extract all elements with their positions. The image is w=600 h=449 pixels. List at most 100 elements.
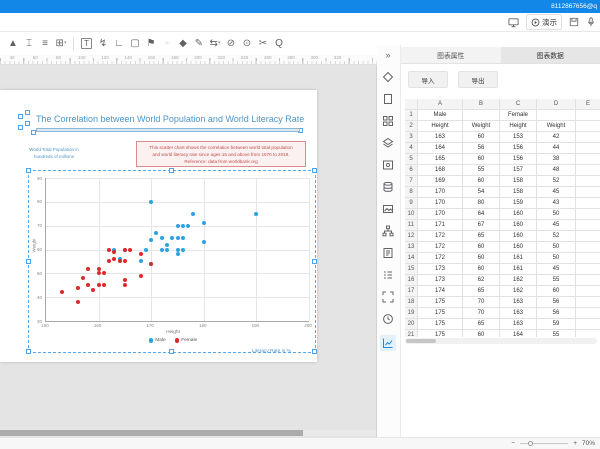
canvas[interactable]: The Correlation between World Population… xyxy=(0,65,377,437)
table-cell[interactable] xyxy=(576,154,600,165)
zoom-level[interactable]: 70% xyxy=(582,440,595,447)
present-button[interactable]: 演示 xyxy=(526,14,562,30)
selection-handle[interactable] xyxy=(18,125,23,130)
selection-handle[interactable] xyxy=(312,168,317,173)
table-cell[interactable]: 174 xyxy=(418,286,463,297)
database-icon[interactable] xyxy=(380,179,396,195)
selection-handle[interactable] xyxy=(312,259,317,264)
table-cell[interactable] xyxy=(576,231,600,242)
table-cell[interactable]: 163 xyxy=(418,132,463,143)
table-cell[interactable]: 52 xyxy=(537,231,576,242)
collapse-panel-icon[interactable]: » xyxy=(380,47,396,63)
table-cell[interactable]: 60 xyxy=(463,253,500,264)
table-cell[interactable]: 170 xyxy=(418,209,463,220)
table-cell[interactable]: 164 xyxy=(500,330,537,337)
tab-chart-data[interactable]: 图表数据 xyxy=(501,47,600,64)
table-cell[interactable] xyxy=(576,121,600,132)
table-cell[interactable] xyxy=(576,110,600,121)
table-cell[interactable]: Height xyxy=(418,121,463,132)
table-cell[interactable] xyxy=(576,264,600,275)
table-cell[interactable] xyxy=(576,242,600,253)
table-cell[interactable]: 172 xyxy=(418,231,463,242)
table-cell[interactable]: 52 xyxy=(537,176,576,187)
table-cell[interactable]: 60 xyxy=(463,154,500,165)
table-cell[interactable] xyxy=(576,308,600,319)
table-cell[interactable]: 43 xyxy=(537,198,576,209)
zoom-in-button[interactable]: + xyxy=(573,440,577,447)
table-cell[interactable]: 60 xyxy=(463,264,500,275)
table-cell[interactable]: 60 xyxy=(463,176,500,187)
table-cell[interactable]: 50 xyxy=(537,253,576,264)
table-cell[interactable]: 156 xyxy=(500,143,537,154)
shape-library-icon[interactable] xyxy=(380,113,396,129)
table-cell[interactable]: 163 xyxy=(500,297,537,308)
table-cell[interactable]: 173 xyxy=(418,264,463,275)
table-cell[interactable]: 55 xyxy=(537,275,576,286)
table-cell[interactable]: 42 xyxy=(537,132,576,143)
table-cell[interactable]: 157 xyxy=(500,165,537,176)
table-cell[interactable]: 50 xyxy=(537,209,576,220)
table-cell[interactable]: 169 xyxy=(418,176,463,187)
table-cell[interactable]: 62 xyxy=(463,275,500,286)
table-cell[interactable]: 165 xyxy=(418,154,463,165)
table-cell[interactable] xyxy=(576,220,600,231)
layers-icon[interactable] xyxy=(380,135,396,151)
table-cell[interactable] xyxy=(576,165,600,176)
toolbar-scissors-icon[interactable]: ✂ xyxy=(255,32,271,55)
table-cell[interactable]: Height xyxy=(500,121,537,132)
table-cell[interactable]: 156 xyxy=(500,154,537,165)
table-cell[interactable]: 56 xyxy=(537,308,576,319)
table-cell[interactable]: 45 xyxy=(537,187,576,198)
table-horizontal-scrollbar[interactable] xyxy=(405,338,597,344)
table-cell[interactable]: 163 xyxy=(500,308,537,319)
table-cell[interactable]: 60 xyxy=(463,132,500,143)
x-axis-annotation[interactable]: Literacy Rate in % xyxy=(252,349,291,354)
table-cell[interactable] xyxy=(576,176,600,187)
presentation-screen-icon[interactable] xyxy=(508,17,519,28)
table-cell[interactable]: 158 xyxy=(500,187,537,198)
table-cell[interactable] xyxy=(576,187,600,198)
table-cell[interactable] xyxy=(576,209,600,220)
table-cell[interactable] xyxy=(576,132,600,143)
account-email[interactable]: 8112867656@q xyxy=(551,0,597,13)
table-cell[interactable]: 48 xyxy=(537,165,576,176)
table-cell[interactable]: 172 xyxy=(418,242,463,253)
table-cell[interactable]: 160 xyxy=(500,220,537,231)
table-cell[interactable]: 50 xyxy=(537,242,576,253)
table-cell[interactable]: Male xyxy=(418,110,463,121)
selection-handle[interactable] xyxy=(312,349,317,354)
table-cell[interactable]: 65 xyxy=(463,286,500,297)
table-cell[interactable]: 45 xyxy=(537,264,576,275)
table-cell[interactable]: 60 xyxy=(537,286,576,297)
toolbar-text-tool-icon[interactable]: ⌶ xyxy=(21,32,37,55)
table-cell[interactable]: 158 xyxy=(500,176,537,187)
picture-icon[interactable] xyxy=(380,201,396,217)
table-cell[interactable]: 70 xyxy=(463,308,500,319)
toolbar-distribute-icon[interactable]: ⊞▾ xyxy=(53,32,69,55)
table-cell[interactable]: 67 xyxy=(463,220,500,231)
table-cell[interactable]: 159 xyxy=(500,198,537,209)
fit-screen-icon[interactable] xyxy=(380,289,396,305)
table-cell[interactable]: 163 xyxy=(500,319,537,330)
table-cell[interactable]: 38 xyxy=(537,154,576,165)
toolbar-anchor-point-icon[interactable]: ⊙ xyxy=(239,32,255,55)
table-cell[interactable]: Weight xyxy=(537,121,576,132)
selection-handle[interactable] xyxy=(169,349,174,354)
toolbar-shape-icon[interactable]: ▢ xyxy=(127,32,143,55)
table-cell[interactable]: 168 xyxy=(418,165,463,176)
selection-handle[interactable] xyxy=(169,168,174,173)
table-cell[interactable]: 162 xyxy=(500,286,537,297)
toolbar-zoom-search-icon[interactable]: Q xyxy=(271,32,287,55)
toolbar-font-color-icon[interactable]: ▲ xyxy=(5,32,21,55)
selection-handle[interactable] xyxy=(26,349,31,354)
table-cell[interactable]: 175 xyxy=(418,330,463,337)
table-cell[interactable]: 45 xyxy=(537,220,576,231)
table-cell[interactable] xyxy=(576,286,600,297)
toolbar-text-box-icon[interactable]: T xyxy=(81,38,92,49)
table-cell[interactable]: 55 xyxy=(537,330,576,337)
table-cell[interactable]: 65 xyxy=(463,231,500,242)
table-cell[interactable]: 171 xyxy=(418,220,463,231)
toolbar-corner-connector-icon[interactable]: ∟ xyxy=(111,32,127,55)
scatter-chart[interactable]: Weight Height MaleFemale 150160170180190… xyxy=(28,170,316,353)
format-paint-icon[interactable] xyxy=(380,69,396,85)
